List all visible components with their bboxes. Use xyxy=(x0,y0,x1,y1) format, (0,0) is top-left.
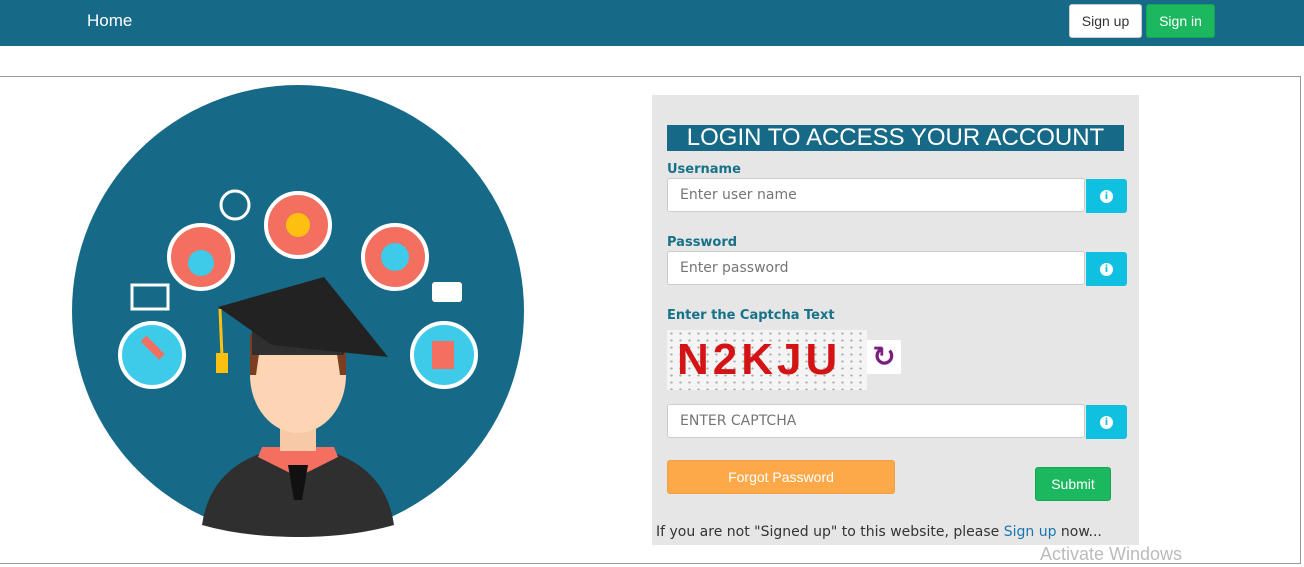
forgot-password-button[interactable]: Forgot Password xyxy=(667,460,895,494)
username-input[interactable] xyxy=(667,178,1085,212)
signup-note: If you are not "Signed up" to this websi… xyxy=(656,524,1102,540)
captcha-info-button[interactable]: i xyxy=(1086,405,1127,439)
activate-windows-watermark: Activate Windows xyxy=(1040,544,1183,564)
pencil-icon xyxy=(118,321,186,389)
chat-icon xyxy=(432,282,462,302)
info-icon: i xyxy=(1100,415,1113,429)
home-link[interactable]: Home xyxy=(87,11,132,31)
note-suffix: now... xyxy=(1056,524,1102,540)
graduate-illustration xyxy=(72,85,524,537)
sign-in-button[interactable]: Sign in xyxy=(1146,4,1215,38)
password-label: Password xyxy=(667,235,738,250)
info-icon: i xyxy=(1100,189,1113,203)
submit-button[interactable]: Submit xyxy=(1035,467,1111,501)
navbar: Home Sign up Sign in xyxy=(0,0,1304,46)
note-prefix: If you are not "Signed up" to this websi… xyxy=(656,524,1004,540)
sign-up-button[interactable]: Sign up xyxy=(1069,4,1142,38)
captcha-label: Enter the Captcha Text xyxy=(667,308,835,323)
login-panel: LOGIN TO ACCESS YOUR ACCOUNT Username i … xyxy=(652,95,1139,545)
login-title: LOGIN TO ACCESS YOUR ACCOUNT xyxy=(667,125,1124,151)
info-icon: i xyxy=(1100,262,1113,276)
password-input[interactable] xyxy=(667,251,1085,285)
refresh-captcha-icon[interactable]: ↻ xyxy=(867,340,901,374)
captcha-image: N2KJU xyxy=(667,330,867,390)
username-label: Username xyxy=(667,162,741,177)
username-info-button[interactable]: i xyxy=(1086,179,1127,213)
signup-link[interactable]: Sign up xyxy=(1004,524,1057,540)
password-info-button[interactable]: i xyxy=(1086,252,1127,286)
captcha-input[interactable] xyxy=(667,404,1085,438)
